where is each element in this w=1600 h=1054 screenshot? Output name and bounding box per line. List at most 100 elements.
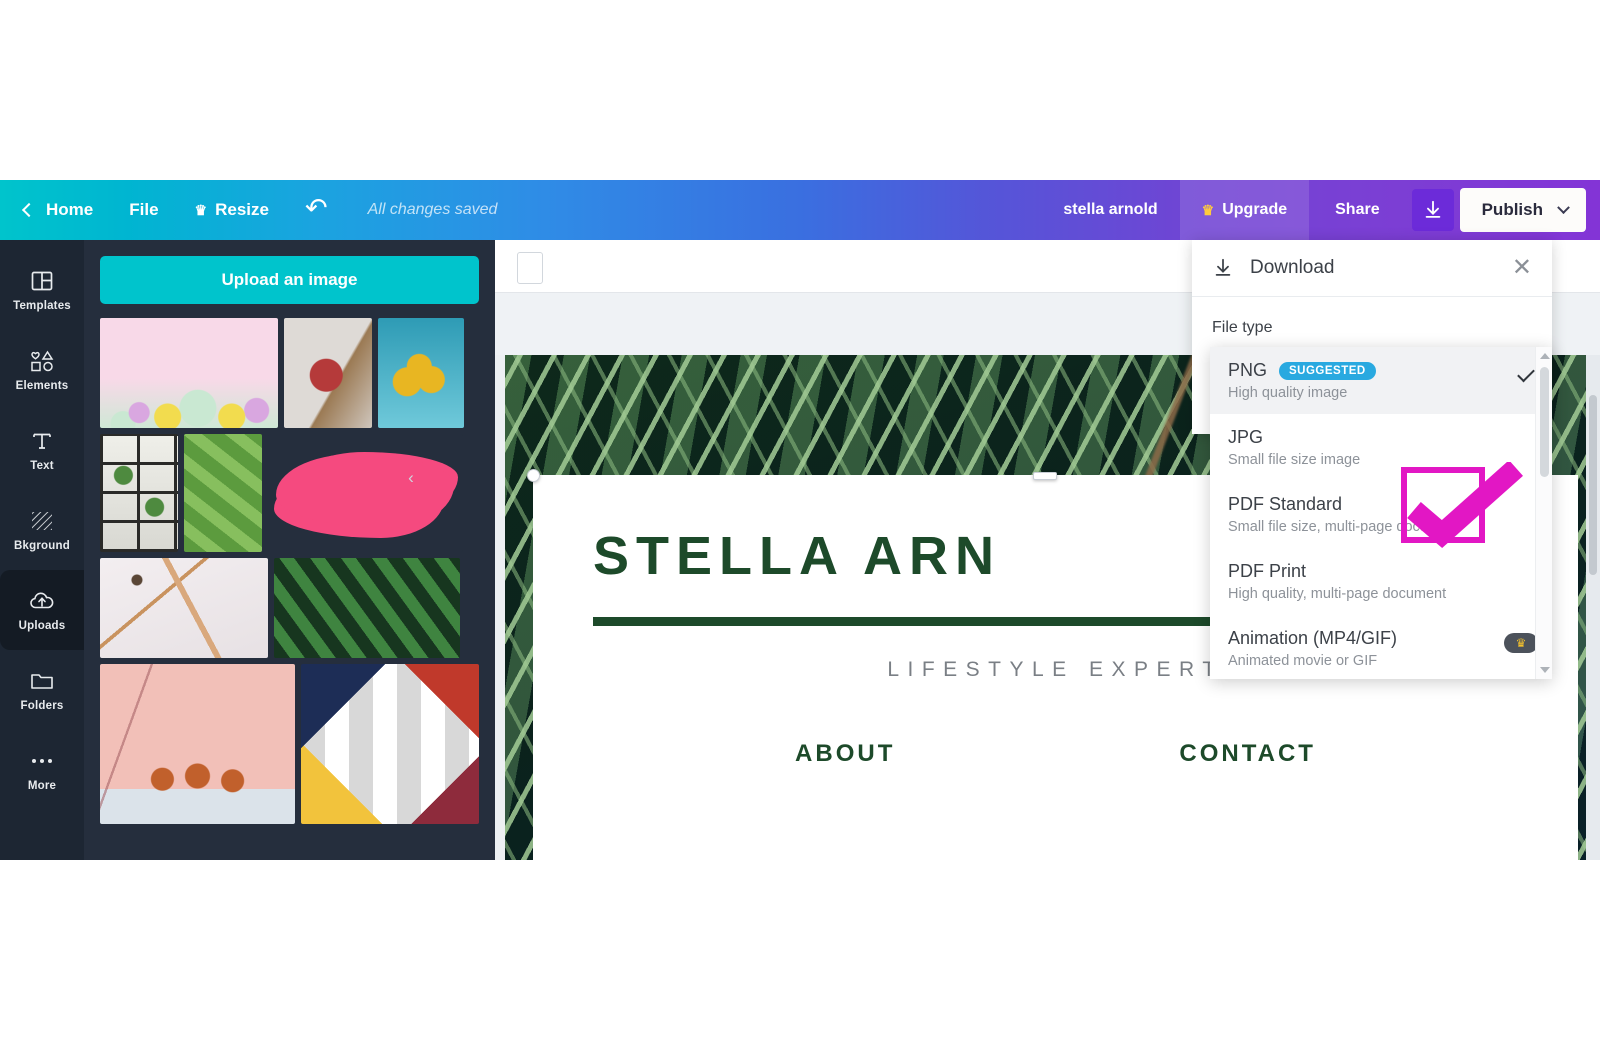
option-title-row: JPG <box>1228 427 1508 448</box>
text-icon <box>30 428 54 454</box>
download-icon <box>1425 200 1440 218</box>
design-link-contact: CONTACT <box>1179 740 1316 767</box>
file-menu-button[interactable]: File <box>111 180 176 240</box>
thumbnail-pink-brush-stroke[interactable] <box>268 434 463 552</box>
thumbnail-geometric-pattern-poster[interactable] <box>301 664 479 824</box>
undo-button[interactable]: ↷ <box>287 180 346 240</box>
thumbnail-row <box>100 664 479 824</box>
left-sidebar: Templates Elements Text Bkground Uploads… <box>0 240 84 860</box>
more-icon <box>29 748 55 774</box>
thumbnail-plant-shelf[interactable] <box>100 434 178 552</box>
design-links: ABOUT CONTACT <box>533 740 1578 768</box>
templates-icon <box>30 268 54 294</box>
dropdown-scrollbar[interactable] <box>1535 347 1552 679</box>
scroll-up-arrow-icon[interactable] <box>1540 353 1550 359</box>
download-panel-title: Download <box>1250 257 1335 278</box>
upload-an-image-button[interactable]: Upload an image <box>100 256 479 304</box>
sidebar-item-uploads[interactable]: Uploads <box>0 570 84 650</box>
top-toolbar-left: Home File ♛ Resize ↷ All changes saved <box>0 180 497 240</box>
option-title-row: PDF Print <box>1228 561 1508 582</box>
canva-editor-window: Home File ♛ Resize ↷ All changes saved s… <box>0 180 1600 860</box>
option-name: JPG <box>1228 427 1264 447</box>
chevron-left-icon <box>21 202 37 217</box>
account-name[interactable]: stella arnold <box>1041 201 1179 219</box>
option-description: Small file size image <box>1228 452 1361 468</box>
chevron-down-icon <box>1557 200 1570 214</box>
option-name: PNG <box>1228 360 1268 380</box>
option-description: High quality, multi-page document <box>1228 586 1447 602</box>
crown-icon: ♛ <box>194 202 208 218</box>
canvas-scrollbar[interactable] <box>1586 355 1600 860</box>
selection-handle-top-left[interactable] <box>527 469 540 482</box>
folders-icon <box>29 668 55 694</box>
uploads-panel: Upload an image <box>84 240 495 860</box>
thumbnail-row <box>100 318 479 428</box>
sidebar-item-label: More <box>27 780 57 792</box>
thumbnail-desk-flatlay[interactable] <box>100 558 268 658</box>
elements-icon <box>28 348 56 374</box>
option-description: High quality image <box>1228 385 1348 401</box>
pro-crown-icon: ♛ <box>1504 633 1538 653</box>
sidebar-item-label: Folders <box>20 700 64 712</box>
option-name: Animation (MP4/GIF) <box>1228 628 1398 648</box>
sidebar-item-more[interactable]: More <box>0 730 84 810</box>
uploads-thumbnail-grid <box>100 318 479 824</box>
file-type-option-png[interactable]: PNG SUGGESTED High quality image <box>1210 347 1552 414</box>
uploads-icon <box>28 588 56 614</box>
thumbnail-green-leaves[interactable] <box>184 434 262 552</box>
sidebar-item-label: Uploads <box>18 620 66 632</box>
scroll-down-arrow-icon[interactable] <box>1540 667 1550 673</box>
thumbnail-pink-wall-succulents[interactable] <box>100 664 296 824</box>
page-thumbnail-button[interactable] <box>517 252 543 284</box>
option-description: Animated movie or GIF <box>1228 653 1378 669</box>
dropdown-scrollbar-thumb[interactable] <box>1540 367 1549 477</box>
file-type-option-pdf-standard[interactable]: PDF Standard Small file size, multi-page… <box>1210 481 1552 548</box>
background-icon <box>29 508 55 534</box>
download-button[interactable] <box>1411 189 1454 231</box>
sidebar-item-text[interactable]: Text <box>0 410 84 490</box>
file-type-dropdown: PNG SUGGESTED High quality image JPG Sma… <box>1210 347 1552 679</box>
home-button[interactable]: Home <box>0 180 111 240</box>
selection-handle-top-middle[interactable] <box>1033 472 1057 480</box>
option-title-row: Animation (MP4/GIF) <box>1228 628 1508 649</box>
pink-brush-shape <box>276 454 454 528</box>
option-title-row: PDF Standard <box>1228 494 1508 515</box>
suggested-badge: SUGGESTED <box>1279 361 1376 380</box>
sidebar-item-label: Templates <box>13 300 71 312</box>
top-toolbar: Home File ♛ Resize ↷ All changes saved s… <box>0 180 1600 240</box>
file-type-option-pdf-print[interactable]: PDF Print High quality, multi-page docum… <box>1210 548 1552 615</box>
file-type-label: File type <box>1212 319 1273 336</box>
sidebar-item-bkground[interactable]: Bkground <box>0 490 84 570</box>
collapse-panel-button[interactable]: ‹ <box>400 455 422 501</box>
thumbnail-row <box>100 434 479 552</box>
thumbnail-dark-tropical-leaves[interactable] <box>274 558 460 658</box>
option-title-row: PNG SUGGESTED <box>1228 360 1508 381</box>
crown-icon: ♛ <box>1201 202 1215 218</box>
sidebar-item-templates[interactable]: Templates <box>0 250 84 330</box>
publish-label: Publish <box>1481 200 1543 219</box>
download-panel-header: Download ✕ <box>1192 240 1552 297</box>
upgrade-button[interactable]: ♛ Upgrade <box>1179 180 1310 240</box>
sidebar-item-label: Bkground <box>14 540 70 552</box>
home-label: Home <box>46 200 94 219</box>
sidebar-item-elements[interactable]: Elements <box>0 330 84 410</box>
share-label: Share <box>1335 201 1380 218</box>
resize-button[interactable]: ♛ Resize <box>177 180 287 240</box>
sidebar-item-folders[interactable]: Folders <box>0 650 84 730</box>
canvas-scrollbar-thumb[interactable] <box>1589 395 1597 575</box>
sidebar-item-label: Elements <box>15 380 69 392</box>
close-icon[interactable]: ✕ <box>1512 256 1532 280</box>
top-toolbar-right: stella arnold ♛ Upgrade Share Publish <box>1041 180 1600 240</box>
option-description: Small file size, multi-page document <box>1228 519 1461 535</box>
publish-button[interactable]: Publish <box>1459 188 1586 232</box>
option-name: PDF Standard <box>1228 494 1343 514</box>
undo-icon: ↷ <box>304 193 328 223</box>
design-link-about: ABOUT <box>795 740 896 767</box>
thumbnail-red-flowers-bedroom[interactable] <box>284 318 372 428</box>
share-button[interactable]: Share <box>1309 180 1405 240</box>
thumbnail-pastel-eggs[interactable] <box>100 318 278 428</box>
file-type-option-jpg[interactable]: JPG Small file size image <box>1210 414 1552 481</box>
file-type-option-animation[interactable]: Animation (MP4/GIF) Animated movie or GI… <box>1210 615 1552 679</box>
thumbnail-sunflowers[interactable] <box>378 318 464 428</box>
sidebar-item-label: Text <box>30 460 54 472</box>
